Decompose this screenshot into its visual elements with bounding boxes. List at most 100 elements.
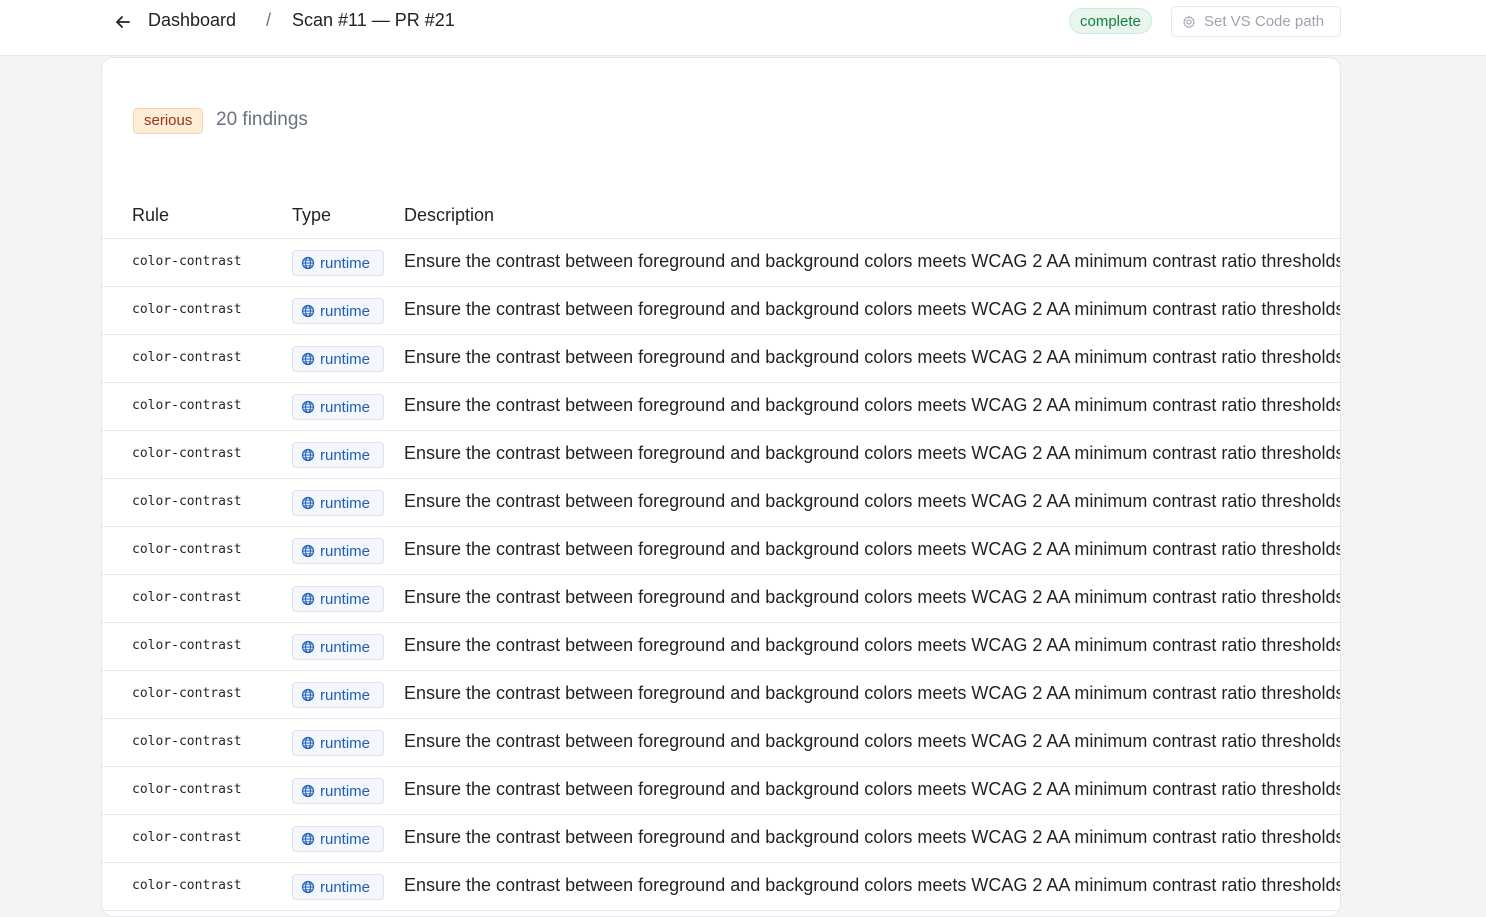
description-cell: Ensure the contrast between foreground a… [404, 635, 1341, 655]
globe-icon [301, 640, 315, 654]
column-header-rule: Rule [132, 205, 170, 225]
rule-cell: color-contrast [132, 590, 242, 605]
rule-cell: color-contrast [132, 254, 242, 269]
rule-cell: color-contrast [132, 350, 242, 365]
table-row[interactable]: color-contrast runtime Ensure the contrast… [102, 383, 1341, 431]
type-label: runtime [320, 254, 371, 272]
findings-table-body: color-contrast runtime Ensure the contrast… [102, 239, 1341, 911]
type-label: runtime [320, 830, 371, 848]
globe-icon [301, 448, 315, 462]
table-header: Rule Type Description [102, 191, 1340, 239]
table-row[interactable]: color-contrast runtime Ensure the contrast… [102, 287, 1341, 335]
description-cell: Ensure the contrast between foreground a… [404, 539, 1341, 559]
type-label: runtime [320, 782, 371, 800]
description-cell: Ensure the contrast between foreground a… [404, 299, 1341, 319]
rule-cell: color-contrast [132, 638, 242, 653]
type-label: runtime [320, 542, 371, 560]
type-label: runtime [320, 686, 371, 704]
rule-cell: color-contrast [132, 782, 242, 797]
scan-status-badge: complete [1069, 8, 1152, 34]
type-label: runtime [320, 446, 371, 464]
rule-cell: color-contrast [132, 686, 242, 701]
arrow-left-icon [116, 16, 130, 28]
top-bar: Dashboard / Scan #11 — PR #21 complete S… [0, 0, 1486, 56]
description-cell: Ensure the contrast between foreground a… [404, 395, 1341, 415]
table-row[interactable]: color-contrast runtime Ensure the contrast… [102, 719, 1341, 767]
type-badge: runtime [292, 586, 384, 612]
globe-icon [301, 352, 315, 366]
table-row[interactable]: color-contrast runtime Ensure the contrast… [102, 863, 1341, 911]
rule-cell: color-contrast [132, 542, 242, 557]
breadcrumb-dashboard-link[interactable]: Dashboard [148, 10, 236, 31]
type-label: runtime [320, 638, 371, 656]
type-badge: runtime [292, 874, 384, 900]
description-cell: Ensure the contrast between foreground a… [404, 347, 1341, 367]
description-cell: Ensure the contrast between foreground a… [404, 443, 1341, 463]
globe-icon [301, 256, 315, 270]
table-row[interactable]: color-contrast runtime Ensure the contrast… [102, 671, 1341, 719]
type-badge: runtime [292, 730, 384, 756]
globe-icon [301, 736, 315, 750]
rule-cell: color-contrast [132, 830, 242, 845]
globe-icon [301, 880, 315, 894]
description-cell: Ensure the contrast between foreground a… [404, 587, 1341, 607]
type-badge: runtime [292, 826, 384, 852]
type-badge: runtime [292, 538, 384, 564]
type-label: runtime [320, 878, 371, 896]
breadcrumb-current-page: Scan #11 — PR #21 [292, 10, 455, 30]
table-row[interactable]: color-contrast runtime Ensure the contrast… [102, 431, 1341, 479]
globe-icon [301, 832, 315, 846]
type-badge: runtime [292, 634, 384, 660]
description-cell: Ensure the contrast between foreground a… [404, 731, 1341, 751]
table-row[interactable]: color-contrast runtime Ensure the contrast… [102, 815, 1341, 863]
rule-cell: color-contrast [132, 878, 242, 893]
type-label: runtime [320, 302, 371, 320]
table-row[interactable]: color-contrast runtime Ensure the contrast… [102, 767, 1341, 815]
severity-badge: serious [133, 108, 204, 134]
rule-cell: color-contrast [132, 734, 242, 749]
findings-count: 20 findings [216, 109, 308, 130]
type-label: runtime [320, 734, 371, 752]
globe-icon [301, 304, 315, 318]
description-cell: Ensure the contrast between foreground a… [404, 251, 1341, 271]
type-label: runtime [320, 494, 371, 512]
type-badge: runtime [292, 778, 384, 804]
table-row[interactable]: color-contrast runtime Ensure the contrast… [102, 575, 1341, 623]
globe-icon [301, 496, 315, 510]
type-label: runtime [320, 590, 371, 608]
rule-cell: color-contrast [132, 398, 242, 413]
globe-icon [301, 544, 315, 558]
table-row[interactable]: color-contrast runtime Ensure the contrast… [102, 527, 1341, 575]
type-badge: runtime [292, 298, 384, 324]
type-badge: runtime [292, 250, 384, 276]
globe-icon [301, 688, 315, 702]
type-label: runtime [320, 350, 371, 368]
set-vscode-path-button[interactable]: Set VS Code path [1171, 6, 1341, 37]
set-vscode-path-label: Set VS Code path [1204, 13, 1325, 30]
description-cell: Ensure the contrast between foreground a… [404, 683, 1341, 703]
description-cell: Ensure the contrast between foreground a… [404, 827, 1341, 847]
rule-cell: color-contrast [132, 302, 242, 317]
back-button[interactable] [110, 9, 136, 35]
table-row[interactable]: color-contrast runtime Ensure the contrast… [102, 479, 1341, 527]
table-row[interactable]: color-contrast runtime Ensure the contrast… [102, 239, 1341, 287]
table-row[interactable]: color-contrast runtime Ensure the contrast… [102, 335, 1341, 383]
type-badge: runtime [292, 682, 384, 708]
globe-icon [301, 400, 315, 414]
findings-panel: serious 20 findings Rule Type Descriptio… [101, 57, 1341, 917]
breadcrumb-separator: / [266, 10, 272, 30]
type-badge: runtime [292, 490, 384, 516]
column-header-type: Type [292, 205, 332, 225]
type-badge: runtime [292, 394, 384, 420]
globe-icon [301, 784, 315, 798]
rule-cell: color-contrast [132, 446, 242, 461]
description-cell: Ensure the contrast between foreground a… [404, 875, 1341, 895]
type-badge: runtime [292, 442, 384, 468]
type-badge: runtime [292, 346, 384, 372]
rule-cell: color-contrast [132, 494, 242, 509]
table-row[interactable]: color-contrast runtime Ensure the contrast… [102, 623, 1341, 671]
column-header-description: Description [404, 205, 495, 225]
description-cell: Ensure the contrast between foreground a… [404, 779, 1341, 799]
description-cell: Ensure the contrast between foreground a… [404, 491, 1341, 511]
type-label: runtime [320, 398, 371, 416]
